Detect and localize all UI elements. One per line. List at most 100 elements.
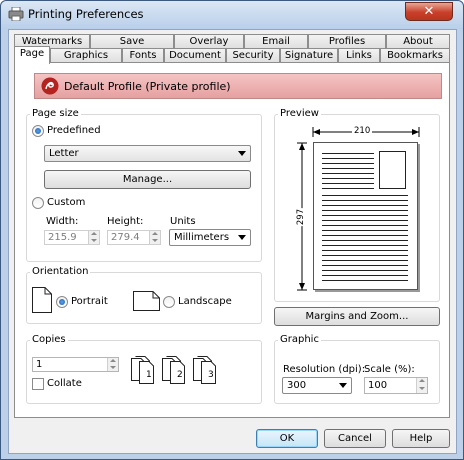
- width-label: Width:: [46, 216, 79, 227]
- preview-text-line: [322, 280, 408, 281]
- resolution-value: 300: [287, 380, 307, 391]
- preview-text-line: [322, 210, 408, 211]
- preview-text-line: [322, 158, 374, 159]
- chevron-down-icon: [339, 383, 347, 388]
- scale-label: Scale (%):: [364, 364, 415, 375]
- preview-width-dim: 210: [352, 126, 373, 136]
- height-label: Height:: [107, 216, 144, 227]
- preview-text-line: [322, 230, 408, 231]
- resolution-select[interactable]: 300: [282, 377, 352, 394]
- preview-text-line: [322, 220, 408, 221]
- preview-text-line: [322, 235, 408, 236]
- chevron-down-icon: [238, 235, 246, 240]
- profile-label: Default Profile (Private profile): [64, 80, 231, 93]
- page-size-title: Page size: [30, 108, 81, 119]
- tab-graphics[interactable]: Graphics: [50, 48, 122, 63]
- tab-page[interactable]: Page: [14, 46, 50, 64]
- portrait-label: Portrait: [71, 296, 108, 307]
- units-value: Millimeters: [174, 232, 230, 243]
- height-value: 279.4: [111, 232, 140, 243]
- custom-radio[interactable]: [32, 197, 44, 209]
- landscape-page-icon: [133, 291, 160, 311]
- tab-save[interactable]: Save: [90, 34, 174, 49]
- collate-label: Collate: [47, 378, 82, 389]
- preview-text-line: [322, 240, 408, 241]
- preview-text-line: [322, 245, 408, 246]
- preview-text-line: [322, 153, 374, 154]
- help-button[interactable]: Help: [392, 429, 450, 448]
- tab-security[interactable]: Security: [226, 48, 280, 63]
- preview-text-line: [322, 183, 374, 184]
- preview-text-line: [322, 163, 374, 164]
- margins-and-zoom-button[interactable]: Margins and Zoom...: [274, 307, 440, 326]
- tab-links[interactable]: Links: [338, 48, 380, 63]
- tab-fonts[interactable]: Fonts: [122, 48, 164, 63]
- preview-height-dim: 297: [296, 207, 307, 227]
- preview-text-line: [322, 205, 408, 206]
- tab-signature[interactable]: Signature: [280, 48, 338, 63]
- height-input[interactable]: 279.4: [107, 230, 161, 245]
- preview-image-box: [379, 151, 406, 189]
- tab-about[interactable]: About: [386, 34, 450, 49]
- width-input[interactable]: 215.9: [44, 230, 100, 245]
- collate-checkbox[interactable]: [32, 378, 44, 390]
- portrait-radio[interactable]: [56, 296, 68, 308]
- copies-value: 1: [36, 359, 43, 370]
- scale-spinner[interactable]: [416, 378, 427, 393]
- tab-email[interactable]: Email: [244, 34, 308, 49]
- copies-input[interactable]: 1: [32, 357, 119, 372]
- preview-text-line: [322, 265, 408, 266]
- preview-text-line: [322, 255, 408, 256]
- chevron-down-icon: [238, 151, 246, 156]
- height-spinner[interactable]: [149, 231, 160, 244]
- landscape-label: Landscape: [178, 296, 232, 307]
- tab-profiles[interactable]: Profiles: [308, 34, 386, 49]
- preview-text-line: [322, 250, 408, 251]
- collate-number-2: 2: [177, 370, 183, 380]
- landscape-radio[interactable]: [163, 296, 175, 308]
- preview-page: [313, 142, 418, 290]
- profile-bar[interactable]: Default Profile (Private profile): [34, 73, 442, 99]
- profile-icon: [41, 77, 59, 95]
- graphic-title: Graphic: [278, 334, 321, 345]
- manage-button[interactable]: Manage...: [44, 170, 251, 189]
- width-value: 215.9: [48, 232, 77, 243]
- preview-text-line: [322, 178, 374, 179]
- copies-title: Copies: [30, 334, 68, 345]
- preview-text-line: [322, 275, 408, 276]
- printer-icon: [8, 7, 24, 21]
- preview-title: Preview: [278, 108, 321, 119]
- title-bar[interactable]: Printing Preferences ✕: [1, 1, 463, 29]
- cancel-button[interactable]: Cancel: [324, 429, 386, 448]
- preview-text-line: [322, 270, 408, 271]
- preview-text-line: [322, 260, 408, 261]
- custom-label: Custom: [47, 197, 86, 208]
- preview-text-line: [322, 215, 408, 216]
- close-button[interactable]: ✕: [405, 2, 453, 21]
- window-title: Printing Preferences: [28, 7, 144, 21]
- preview-text-line: [322, 188, 374, 189]
- scale-value: 100: [368, 380, 388, 391]
- paper-size-select[interactable]: Letter: [44, 145, 251, 162]
- orientation-title: Orientation: [30, 266, 91, 277]
- collate-number-3: 3: [208, 370, 214, 380]
- predefined-radio[interactable]: [32, 125, 44, 137]
- collate-number-1: 1: [146, 370, 152, 380]
- units-label: Units: [170, 216, 196, 227]
- units-select[interactable]: Millimeters: [169, 229, 251, 246]
- copies-spinner[interactable]: [107, 358, 118, 371]
- tab-document[interactable]: Document: [164, 48, 226, 63]
- preview-text-line: [322, 168, 374, 169]
- scale-input[interactable]: 100: [364, 377, 428, 394]
- resolution-label: Resolution (dpi):: [283, 364, 366, 375]
- preview-text-line: [322, 225, 408, 226]
- portrait-page-icon: [32, 287, 52, 313]
- paper-size-value: Letter: [49, 148, 79, 159]
- tab-overlay[interactable]: Overlay: [174, 34, 244, 49]
- predefined-label: Predefined: [47, 125, 101, 136]
- preview-text-line: [322, 195, 408, 196]
- ok-button[interactable]: OK: [256, 429, 318, 448]
- tab-bookmarks[interactable]: Bookmarks: [380, 48, 450, 63]
- preview-text-line: [322, 200, 408, 201]
- width-spinner[interactable]: [88, 231, 99, 244]
